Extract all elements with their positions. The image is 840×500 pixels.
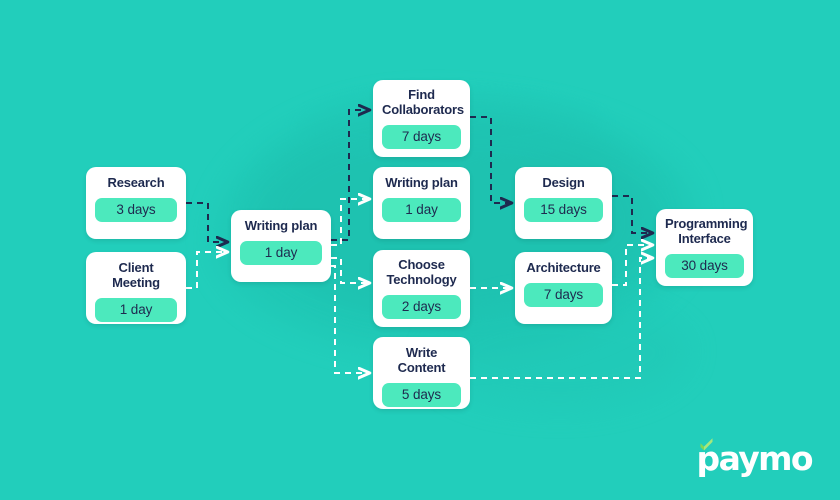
task-title: Architecture [526, 260, 601, 275]
task-card-writing-plan[interactable]: Writing plan 1 day [231, 210, 331, 282]
connector-find-collaborators-to-design [470, 116, 511, 203]
paymo-logo: paymo [697, 438, 814, 475]
task-title: Programming Interface [665, 216, 748, 246]
task-title: Write Content [397, 345, 446, 375]
connector-writing-plan-to-writing-plan-2 [331, 199, 369, 246]
task-duration-badge: 3 days [95, 198, 177, 222]
task-duration-badge: 5 days [382, 383, 461, 407]
task-duration-badge: 7 days [524, 283, 603, 307]
task-duration-badge: 1 day [240, 241, 322, 265]
task-card-client-meeting[interactable]: Client Meeting 1 day [86, 252, 186, 324]
connector-writing-plan-to-choose-technology [331, 257, 369, 283]
task-duration-badge: 30 days [665, 254, 744, 278]
task-title: Writing plan [244, 218, 318, 233]
task-duration-badge: 7 days [382, 125, 461, 149]
task-duration-badge: 2 days [382, 295, 461, 319]
connector-writing-plan-to-find-collaborators [331, 110, 369, 241]
task-duration-badge: 15 days [524, 198, 603, 222]
task-card-choose-technology[interactable]: Choose Technology 2 days [373, 250, 470, 327]
connector-research-to-writing-plan [186, 202, 227, 242]
leaf-check-icon [700, 438, 713, 451]
task-duration-badge: 1 day [95, 298, 177, 322]
task-card-writing-plan-2[interactable]: Writing plan 1 day [373, 167, 470, 239]
connector-architecture-to-programming-interface [612, 245, 652, 286]
task-title: Design [542, 175, 585, 190]
task-title: Client Meeting [112, 260, 160, 290]
task-card-find-collaborators[interactable]: Find Collaborators 7 days [373, 80, 470, 157]
task-card-design[interactable]: Design 15 days [515, 167, 612, 239]
diagram-canvas: Research 3 days Client Meeting 1 day Wri… [0, 0, 840, 500]
task-card-architecture[interactable]: Architecture 7 days [515, 252, 612, 324]
task-title: Research [107, 175, 165, 190]
task-card-research[interactable]: Research 3 days [86, 167, 186, 239]
task-card-write-content[interactable]: Write Content 5 days [373, 337, 470, 409]
task-card-programming-interface[interactable]: Programming Interface 30 days [656, 209, 753, 286]
connector-writing-plan-to-write-content [331, 265, 369, 373]
task-title: Find Collaborators [382, 87, 464, 117]
task-title: Writing plan [385, 175, 458, 190]
task-duration-badge: 1 day [382, 198, 461, 222]
connector-design-to-programming-interface [612, 195, 652, 233]
task-title: Choose Technology [386, 257, 457, 287]
connector-client-to-writing-plan [186, 252, 227, 289]
